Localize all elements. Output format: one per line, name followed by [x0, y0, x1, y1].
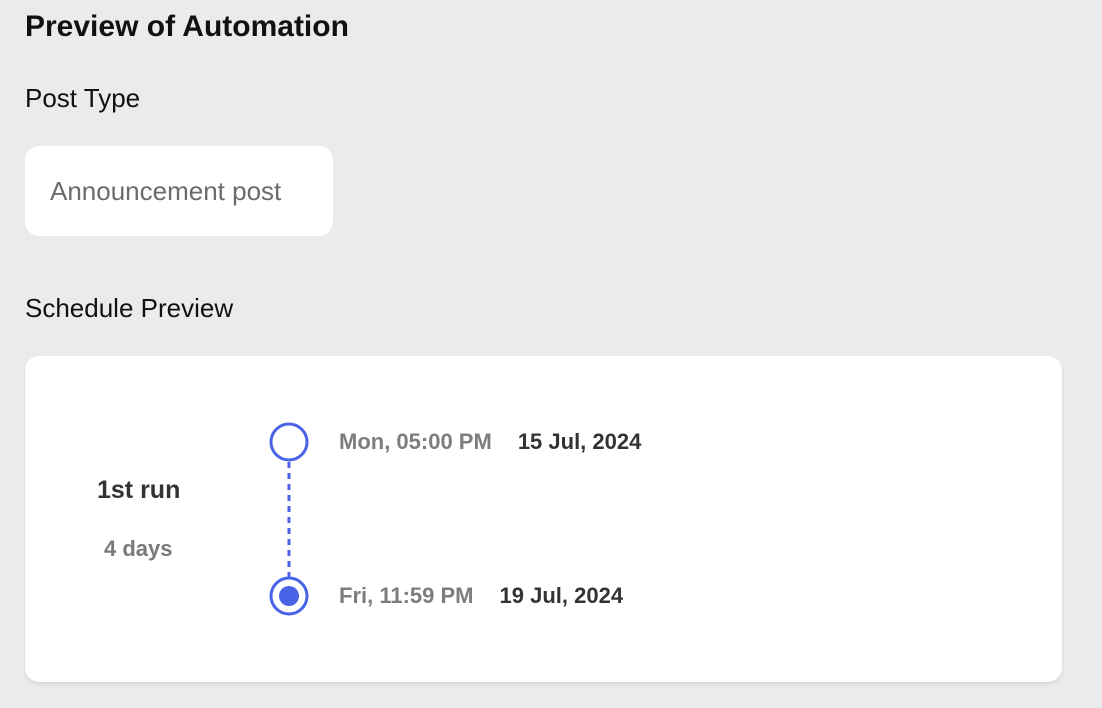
- timeline-end-row: Fri, 11:59 PM 19 Jul, 2024: [339, 582, 623, 610]
- post-type-label: Post Type: [25, 83, 141, 113]
- post-type-field[interactable]: Announcement post: [25, 146, 333, 236]
- page-title: Preview of Automation: [25, 10, 349, 43]
- end-time: Fri, 11:59 PM: [339, 583, 474, 608]
- start-date: 15 Jul, 2024: [517, 429, 642, 454]
- start-time: Mon, 05:00 PM: [339, 429, 492, 454]
- schedule-timeline: [269, 422, 309, 616]
- timeline-start-row: Mon, 05:00 PM 15 Jul, 2024: [339, 428, 641, 456]
- run-duration: 4 days: [104, 536, 173, 561]
- start-marker-icon: [269, 422, 309, 462]
- schedule-preview-label: Schedule Preview: [25, 293, 234, 323]
- post-type-value: Announcement post: [50, 175, 282, 206]
- run-title: 1st run: [97, 476, 181, 504]
- schedule-preview-card: 1st run 4 days Mon, 05:00 PM 15 Jul, 202…: [25, 356, 1062, 682]
- end-marker-dot: [279, 586, 299, 606]
- end-date: 19 Jul, 2024: [499, 583, 624, 608]
